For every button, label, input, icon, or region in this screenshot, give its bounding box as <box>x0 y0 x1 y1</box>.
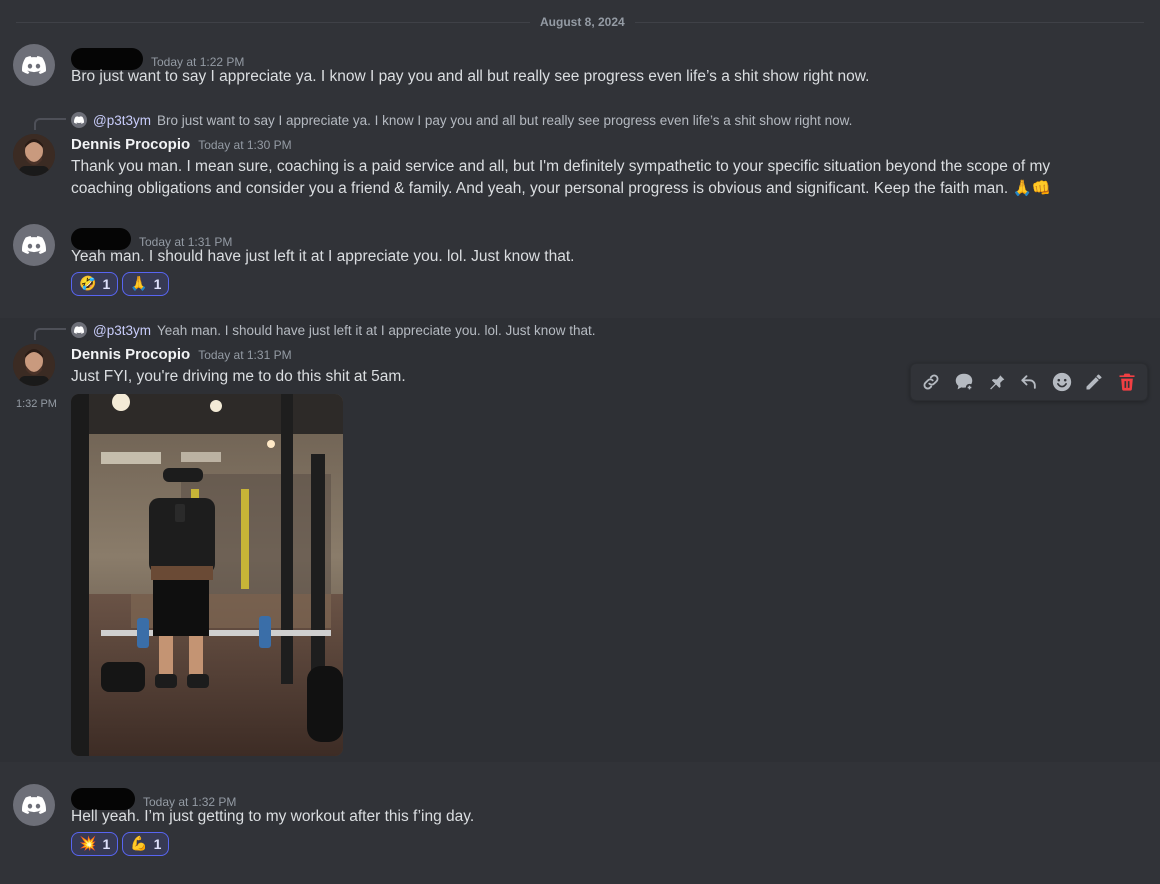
date-divider-label: August 8, 2024 <box>530 15 635 29</box>
create-thread-button[interactable] <box>951 369 977 395</box>
reply-avatar-icon <box>71 322 87 338</box>
reaction-muscle[interactable]: 💪 1 <box>122 832 170 856</box>
reply-text: Bro just want to say I appreciate ya. I … <box>156 112 853 128</box>
message-3[interactable]: Today at 1:31 PM Yeah man. I should have… <box>0 220 1160 300</box>
avatar-discord[interactable] <box>13 44 55 86</box>
gym-selfie-image <box>71 394 343 756</box>
rofl-emoji-icon: 🤣 <box>79 276 97 292</box>
message-text: Bro just want to say I appreciate ya. I … <box>71 68 870 85</box>
delete-button[interactable] <box>1114 369 1140 395</box>
avatar-dennis[interactable] <box>13 134 55 176</box>
avatar-photo-icon <box>13 134 55 176</box>
reaction-collision[interactable]: 💥 1 <box>71 832 119 856</box>
muscle-emoji-icon: 💪 <box>130 836 148 852</box>
message-5[interactable]: Today at 1:32 PM Hell yeah. I’m just get… <box>0 780 1160 860</box>
followup-timestamp[interactable]: 1:32 PM <box>16 398 57 410</box>
pin-icon <box>990 373 1005 390</box>
reaction-count: 1 <box>102 276 111 292</box>
timestamp[interactable]: Today at 1:31 PM <box>198 348 291 362</box>
author-name[interactable]: Dennis Procopio <box>71 346 190 363</box>
avatar-discord[interactable] <box>13 224 55 266</box>
reply-button[interactable] <box>1016 369 1042 395</box>
reply-preview[interactable]: @p3t3ym Yeah man. I should have just lef… <box>71 322 596 338</box>
pin-button[interactable] <box>983 369 1009 395</box>
reply-avatar-icon <box>71 112 87 128</box>
message-action-toolbar <box>910 363 1148 401</box>
thread-icon <box>955 373 974 392</box>
reply-mention[interactable]: @p3t3ym <box>93 323 151 338</box>
reply-icon <box>1021 375 1036 389</box>
message-text: Thank you man. I mean sure, coaching is … <box>71 158 1052 197</box>
reply-text: Yeah man. I should have just left it at … <box>156 322 596 338</box>
discord-logo-icon <box>22 56 46 74</box>
message-text: Yeah man. I should have just left it at … <box>71 248 575 265</box>
collision-emoji-icon: 💥 <box>79 836 97 852</box>
edit-icon <box>1086 374 1102 390</box>
author-name[interactable]: Dennis Procopio <box>71 136 190 153</box>
copy-link-button[interactable] <box>918 369 944 395</box>
reaction-count: 1 <box>153 836 162 852</box>
delete-icon <box>1119 373 1135 391</box>
reply-connector <box>34 328 66 340</box>
message-header: Dennis Procopio Today at 1:30 PM <box>71 136 292 153</box>
message-2[interactable]: @p3t3ym Bro just want to say I appreciat… <box>0 108 1160 208</box>
reply-connector <box>34 118 66 130</box>
reactions: 💥 1 💪 1 <box>71 832 170 856</box>
timestamp[interactable]: Today at 1:30 PM <box>198 138 291 152</box>
reaction-count: 1 <box>153 276 162 292</box>
avatar-dennis[interactable] <box>13 344 55 386</box>
link-icon <box>923 374 939 390</box>
pray-emoji-icon: 🙏 <box>130 276 148 292</box>
edit-button[interactable] <box>1081 369 1107 395</box>
reaction-rofl[interactable]: 🤣 1 <box>71 272 119 296</box>
emoji-icon <box>1052 372 1071 392</box>
reply-mention[interactable]: @p3t3ym <box>93 113 151 128</box>
reaction-pray[interactable]: 🙏 1 <box>122 272 170 296</box>
message-header: Dennis Procopio Today at 1:31 PM <box>71 346 292 363</box>
image-attachment[interactable] <box>71 394 343 756</box>
message-1[interactable]: Today at 1:22 PM Bro just want to say I … <box>0 40 1160 96</box>
add-reaction-button[interactable] <box>1049 369 1075 395</box>
reactions: 🤣 1 🙏 1 <box>71 272 170 296</box>
reaction-count: 1 <box>102 836 111 852</box>
reply-preview[interactable]: @p3t3ym Bro just want to say I appreciat… <box>71 112 852 128</box>
avatar-photo-icon <box>13 344 55 386</box>
avatar-discord[interactable] <box>13 784 55 826</box>
discord-logo-icon <box>22 796 46 814</box>
message-text: Hell yeah. I’m just getting to my workou… <box>71 808 475 825</box>
discord-logo-icon <box>22 236 46 254</box>
